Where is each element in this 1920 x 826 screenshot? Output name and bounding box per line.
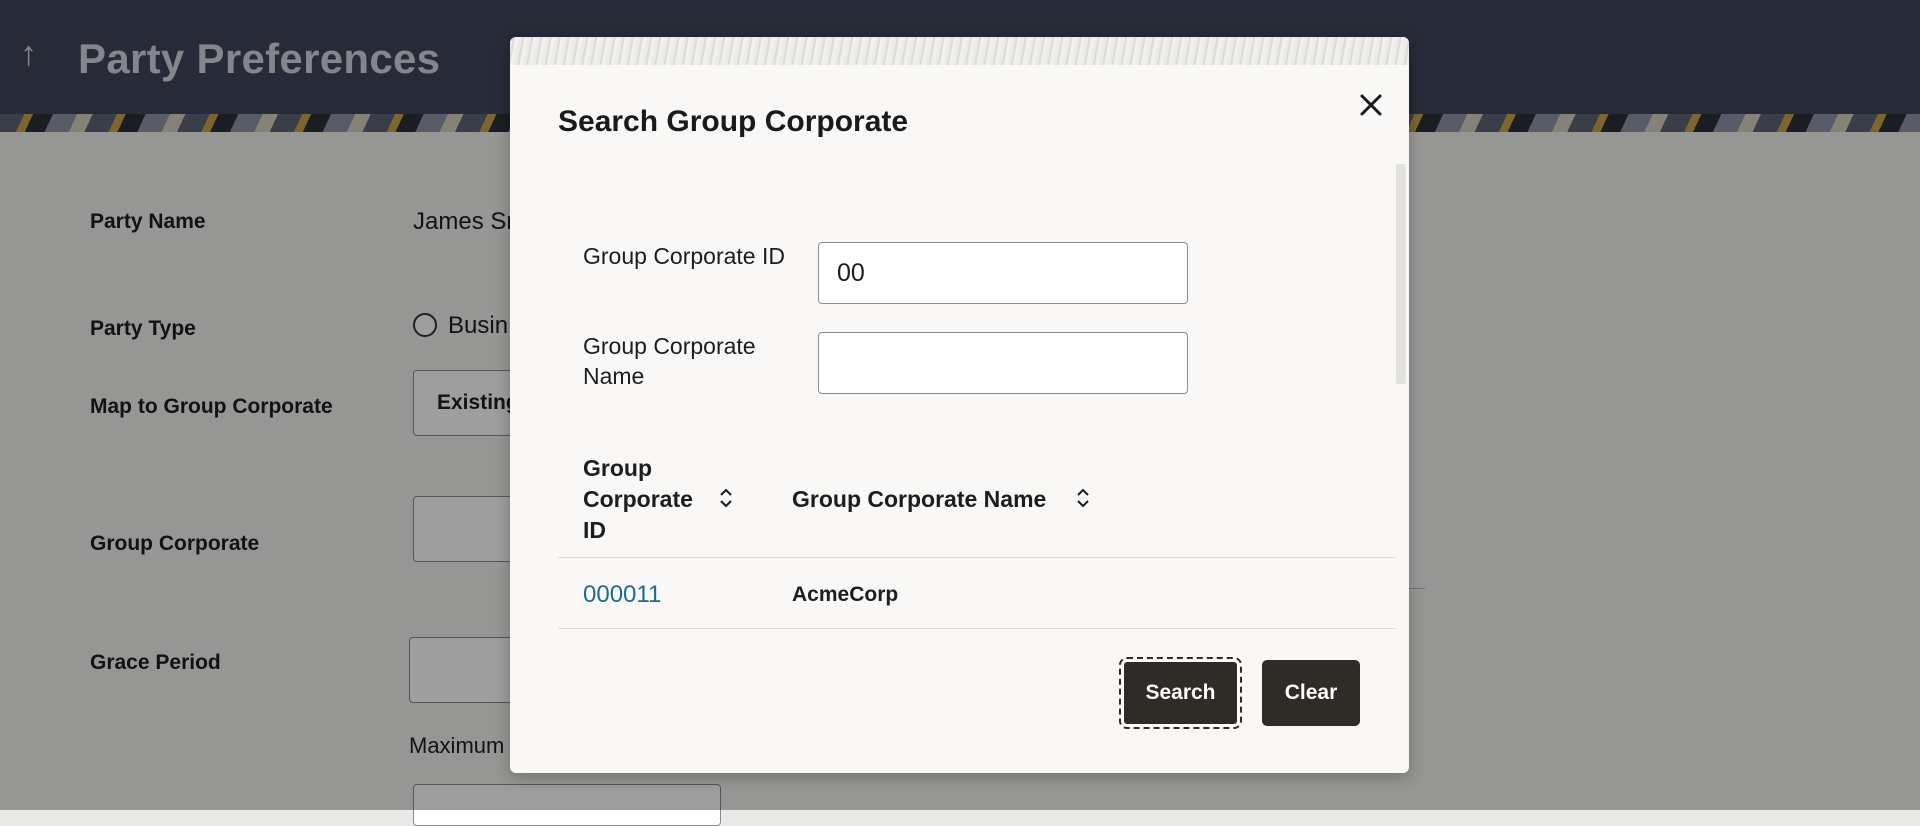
search-group-corporate-dialog: Search Group Corporate Group Corporate I… (510, 37, 1409, 773)
group-corporate-name-label: Group Corporate Name (583, 331, 756, 391)
dialog-scrollbar[interactable] (1396, 164, 1406, 384)
sort-icon[interactable] (718, 486, 734, 510)
dialog-decoration (510, 37, 1409, 65)
column-header-id-line3: ID (583, 517, 606, 543)
close-icon[interactable] (1347, 81, 1395, 129)
group-corporate-id-link[interactable]: 000011 (583, 581, 661, 609)
group-corporate-name-label-line1: Group Corporate (583, 333, 756, 359)
group-corporate-name-input[interactable] (818, 332, 1188, 394)
column-header-name[interactable]: Group Corporate Name (792, 484, 1046, 515)
dialog-title: Search Group Corporate (558, 105, 909, 138)
group-corporate-id-input[interactable] (818, 242, 1188, 304)
sort-icon[interactable] (1075, 486, 1091, 510)
search-button[interactable]: Search (1119, 657, 1242, 729)
table-divider (558, 557, 1396, 558)
column-header-id-line1: Group (583, 455, 652, 481)
column-header-id-line2: Corporate (583, 486, 693, 512)
group-corporate-id-label: Group Corporate ID (583, 243, 785, 269)
table-divider (558, 628, 1396, 629)
group-corporate-name-cell: AcmeCorp (792, 583, 899, 606)
clear-button[interactable]: Clear (1262, 660, 1360, 726)
column-header-id[interactable]: Group Corporate ID (583, 453, 693, 546)
group-corporate-name-label-line2: Name (583, 363, 645, 389)
